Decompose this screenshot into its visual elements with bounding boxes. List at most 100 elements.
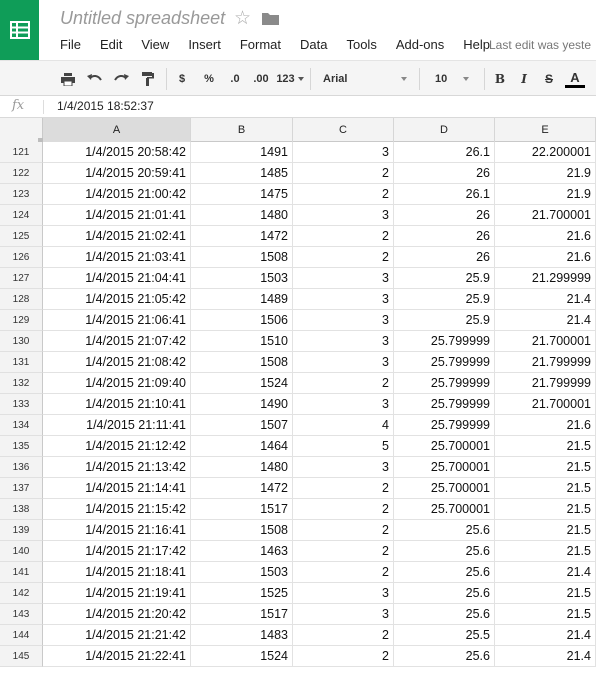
cell-b[interactable]: 1472 bbox=[191, 226, 293, 247]
cell-d[interactable]: 25.6 bbox=[394, 520, 495, 541]
cell-a[interactable]: 1/4/2015 21:06:41 bbox=[43, 310, 191, 331]
row-header[interactable]: 124 bbox=[0, 205, 43, 226]
cell-e[interactable]: 21.6 bbox=[495, 226, 596, 247]
cell-d[interactable]: 25.6 bbox=[394, 562, 495, 583]
cell-c[interactable]: 2 bbox=[293, 499, 394, 520]
menu-data[interactable]: Data bbox=[290, 37, 336, 52]
cell-c[interactable]: 4 bbox=[293, 415, 394, 436]
text-color-button[interactable]: A bbox=[565, 69, 585, 89]
cell-e[interactable]: 21.5 bbox=[495, 520, 596, 541]
cell-b[interactable]: 1489 bbox=[191, 289, 293, 310]
cell-c[interactable]: 3 bbox=[293, 352, 394, 373]
cell-b[interactable]: 1475 bbox=[191, 184, 293, 205]
cell-b[interactable]: 1506 bbox=[191, 310, 293, 331]
cell-e[interactable]: 21.4 bbox=[495, 625, 596, 646]
cell-e[interactable]: 21.700001 bbox=[495, 205, 596, 226]
cell-a[interactable]: 1/4/2015 21:03:41 bbox=[43, 247, 191, 268]
cell-b[interactable]: 1510 bbox=[191, 331, 293, 352]
cell-a[interactable]: 1/4/2015 21:15:42 bbox=[43, 499, 191, 520]
currency-format-button[interactable]: $ bbox=[174, 69, 190, 89]
cell-d[interactable]: 26 bbox=[394, 247, 495, 268]
cell-b[interactable]: 1503 bbox=[191, 268, 293, 289]
cell-a[interactable]: 1/4/2015 21:20:42 bbox=[43, 604, 191, 625]
paint-format-icon[interactable] bbox=[138, 69, 158, 89]
row-header[interactable]: 133 bbox=[0, 394, 43, 415]
cell-a[interactable]: 1/4/2015 21:19:41 bbox=[43, 583, 191, 604]
row-header[interactable]: 128 bbox=[0, 289, 43, 310]
cell-d[interactable]: 25.799999 bbox=[394, 394, 495, 415]
cell-c[interactable]: 2 bbox=[293, 625, 394, 646]
percent-format-button[interactable]: % bbox=[200, 69, 218, 89]
cell-e[interactable]: 21.5 bbox=[495, 436, 596, 457]
cell-b[interactable]: 1464 bbox=[191, 436, 293, 457]
column-header-e[interactable]: E bbox=[495, 118, 596, 142]
cell-b[interactable]: 1508 bbox=[191, 247, 293, 268]
cell-e[interactable]: 21.9 bbox=[495, 184, 596, 205]
increase-decimal-button[interactable]: .00 bbox=[250, 69, 272, 89]
cell-e[interactable]: 21.700001 bbox=[495, 394, 596, 415]
column-header-c[interactable]: C bbox=[293, 118, 394, 142]
cell-c[interactable]: 2 bbox=[293, 562, 394, 583]
cell-a[interactable]: 1/4/2015 21:12:42 bbox=[43, 436, 191, 457]
cell-a[interactable]: 1/4/2015 21:13:42 bbox=[43, 457, 191, 478]
cell-b[interactable]: 1525 bbox=[191, 583, 293, 604]
cell-b[interactable]: 1507 bbox=[191, 415, 293, 436]
cell-a[interactable]: 1/4/2015 21:00:42 bbox=[43, 184, 191, 205]
row-header[interactable]: 123 bbox=[0, 184, 43, 205]
cell-a[interactable]: 1/4/2015 21:14:41 bbox=[43, 478, 191, 499]
row-header[interactable]: 145 bbox=[0, 646, 43, 667]
cell-c[interactable]: 3 bbox=[293, 457, 394, 478]
document-title[interactable]: Untitled spreadsheet bbox=[60, 8, 225, 29]
decrease-decimal-button[interactable]: .0 bbox=[225, 69, 245, 89]
row-header[interactable]: 139 bbox=[0, 520, 43, 541]
cell-c[interactable]: 2 bbox=[293, 184, 394, 205]
cell-a[interactable]: 1/4/2015 21:07:42 bbox=[43, 331, 191, 352]
cell-a[interactable]: 1/4/2015 21:01:41 bbox=[43, 205, 191, 226]
cell-e[interactable]: 21.799999 bbox=[495, 352, 596, 373]
cell-d[interactable]: 25.799999 bbox=[394, 415, 495, 436]
cell-e[interactable]: 22.200001 bbox=[495, 142, 596, 163]
cell-d[interactable]: 26 bbox=[394, 226, 495, 247]
cell-b[interactable]: 1480 bbox=[191, 457, 293, 478]
cell-a[interactable]: 1/4/2015 21:04:41 bbox=[43, 268, 191, 289]
cell-e[interactable]: 21.799999 bbox=[495, 373, 596, 394]
strikethrough-button[interactable]: S bbox=[542, 69, 556, 89]
more-formats-button[interactable]: 123 bbox=[276, 69, 304, 89]
cell-d[interactable]: 25.9 bbox=[394, 268, 495, 289]
cell-d[interactable]: 25.6 bbox=[394, 541, 495, 562]
row-header[interactable]: 137 bbox=[0, 478, 43, 499]
cell-a[interactable]: 1/4/2015 21:22:41 bbox=[43, 646, 191, 667]
cell-b[interactable]: 1483 bbox=[191, 625, 293, 646]
column-header-b[interactable]: B bbox=[191, 118, 293, 142]
cell-c[interactable]: 2 bbox=[293, 541, 394, 562]
formula-input[interactable]: 1/4/2015 18:52:37 bbox=[57, 99, 154, 113]
cell-a[interactable]: 1/4/2015 21:10:41 bbox=[43, 394, 191, 415]
sheets-logo-icon[interactable] bbox=[0, 0, 39, 60]
cell-c[interactable]: 3 bbox=[293, 268, 394, 289]
cell-b[interactable]: 1463 bbox=[191, 541, 293, 562]
row-header[interactable]: 125 bbox=[0, 226, 43, 247]
row-header[interactable]: 127 bbox=[0, 268, 43, 289]
row-header[interactable]: 138 bbox=[0, 499, 43, 520]
row-header[interactable]: 141 bbox=[0, 562, 43, 583]
cell-c[interactable]: 3 bbox=[293, 604, 394, 625]
italic-button[interactable]: I bbox=[517, 69, 531, 89]
menu-insert[interactable]: Insert bbox=[178, 37, 230, 52]
undo-icon[interactable] bbox=[84, 69, 106, 89]
cell-e[interactable]: 21.6 bbox=[495, 247, 596, 268]
cell-d[interactable]: 25.700001 bbox=[394, 436, 495, 457]
row-header[interactable]: 122 bbox=[0, 163, 43, 184]
cell-d[interactable]: 25.9 bbox=[394, 310, 495, 331]
cell-e[interactable]: 21.5 bbox=[495, 583, 596, 604]
cell-e[interactable]: 21.4 bbox=[495, 289, 596, 310]
font-family-select[interactable]: Arial bbox=[317, 68, 413, 90]
cell-a[interactable]: 1/4/2015 20:58:42 bbox=[43, 142, 191, 163]
cell-a[interactable]: 1/4/2015 21:16:41 bbox=[43, 520, 191, 541]
cell-d[interactable]: 26.1 bbox=[394, 142, 495, 163]
cell-c[interactable]: 5 bbox=[293, 436, 394, 457]
cell-c[interactable]: 2 bbox=[293, 478, 394, 499]
cell-c[interactable]: 2 bbox=[293, 520, 394, 541]
cell-c[interactable]: 3 bbox=[293, 142, 394, 163]
cell-a[interactable]: 1/4/2015 21:08:42 bbox=[43, 352, 191, 373]
cell-e[interactable]: 21.4 bbox=[495, 310, 596, 331]
